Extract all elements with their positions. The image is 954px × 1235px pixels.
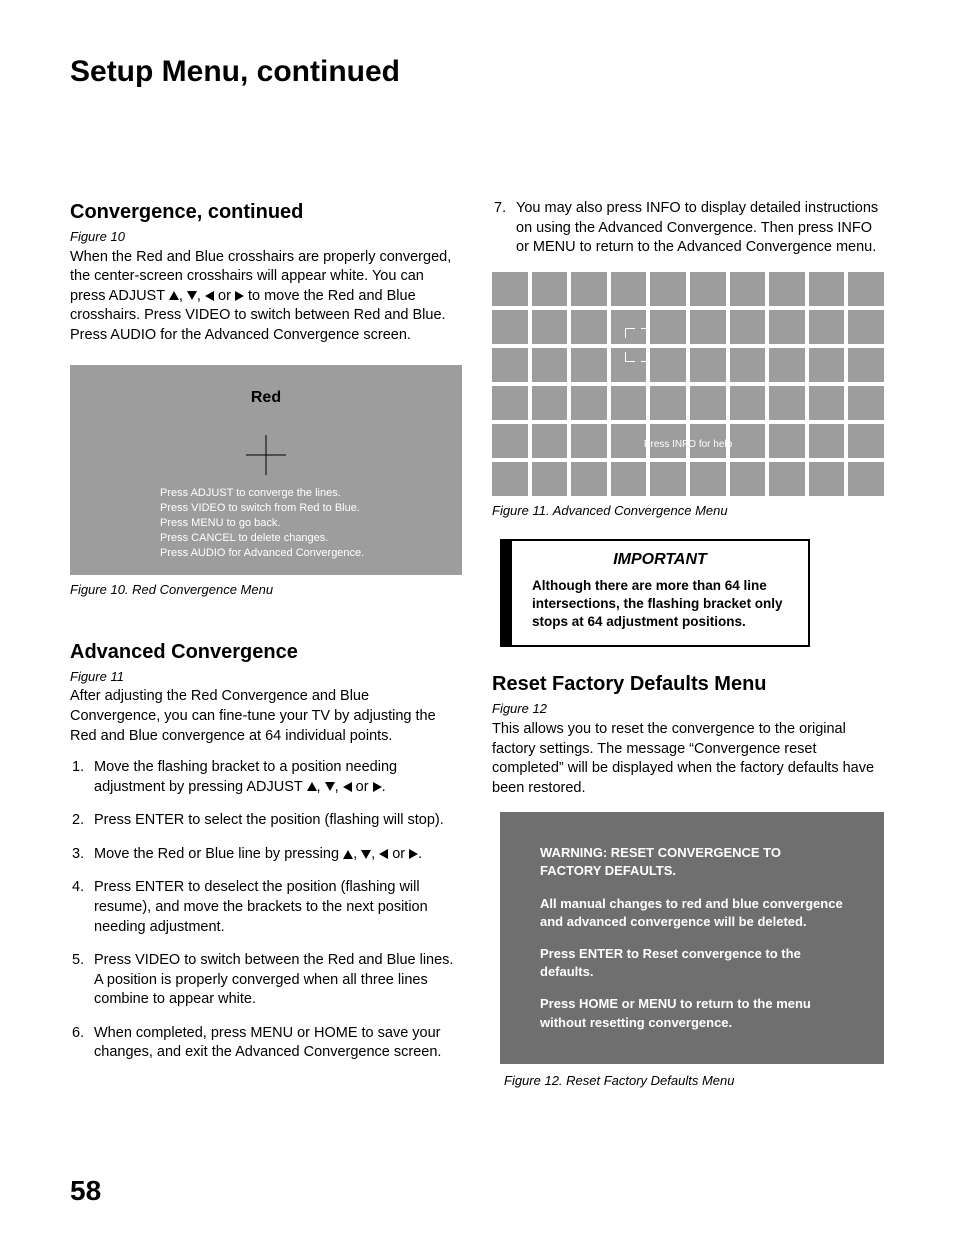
right-column: You may also press INFO to display detai… [492, 199, 884, 1109]
step-7: You may also press INFO to display detai… [492, 199, 884, 258]
figure-12-caption: Figure 12. Reset Factory Defaults Menu [504, 1072, 884, 1090]
heading-convergence: Convergence, continued [70, 199, 462, 226]
reset-body: This allows you to reset the convergence… [492, 720, 884, 798]
step-4: Press ENTER to deselect the position (fl… [70, 878, 462, 937]
step-1-pre: Move the flashing bracket to a position … [94, 759, 397, 795]
step-3-post: . [418, 846, 422, 862]
arrow-down-icon [187, 291, 197, 300]
page-number: 58 [70, 1175, 101, 1207]
flashing-bracket-icon [625, 328, 635, 338]
arrow-up-icon [307, 782, 317, 791]
step-1-post: . [382, 779, 386, 795]
figref-10: Figure 10 [70, 228, 462, 246]
step-2: Press ENTER to select the position (flas… [70, 811, 462, 831]
arrow-left-icon [379, 849, 388, 859]
arrow-left-icon [343, 782, 352, 792]
figure-10-box: Red Press ADJUST to converge the lines. … [70, 365, 462, 575]
arrow-left-icon [205, 291, 214, 301]
figure-11-caption: Figure 11. Advanced Convergence Menu [492, 502, 884, 520]
fig12-p2: All manual changes to red and blue conve… [540, 895, 844, 931]
arrow-down-icon [325, 782, 335, 791]
step-3: Move the Red or Blue line by pressing , … [70, 845, 462, 865]
page-title: Setup Menu, continued [70, 55, 884, 89]
flashing-bracket-icon [641, 352, 651, 362]
flashing-bracket-icon [625, 352, 635, 362]
step-6: When completed, press MENU or HOME to sa… [70, 1024, 462, 1063]
fig10-line: Press CANCEL to delete changes. [160, 531, 442, 546]
fig10-line: Press VIDEO to switch from Red to Blue. [160, 501, 442, 516]
convergence-grid [492, 272, 884, 496]
convergence-body: When the Red and Blue crosshairs are pro… [70, 248, 462, 346]
arrow-right-icon [235, 291, 244, 301]
crosshair-icon [246, 435, 286, 475]
fig10-instructions: Press ADJUST to converge the lines. Pres… [160, 486, 442, 560]
figure-12-box: WARNING: RESET CONVERGENCE TO FACTORY DE… [500, 812, 884, 1064]
figure-11-box: Press INFO for help [492, 272, 884, 496]
fig12-warning: WARNING: RESET CONVERGENCE TO FACTORY DE… [540, 844, 844, 880]
heading-advanced: Advanced Convergence [70, 639, 462, 666]
important-header: IMPORTANT [532, 549, 788, 571]
fig10-line: Press MENU to go back. [160, 516, 442, 531]
advanced-steps: Move the flashing bracket to a position … [70, 758, 462, 1063]
important-body: Although there are more than 64 line int… [532, 577, 788, 632]
step-3-pre: Move the Red or Blue line by pressing [94, 846, 343, 862]
fig10-line: Press ADJUST to converge the lines. [160, 486, 442, 501]
figure-10-caption: Figure 10. Red Convergence Menu [70, 581, 462, 599]
arrow-right-icon [373, 782, 382, 792]
fig12-p4: Press HOME or MENU to return to the menu… [540, 995, 844, 1031]
advanced-steps-cont: You may also press INFO to display detai… [492, 199, 884, 258]
arrow-down-icon [361, 850, 371, 859]
arrow-up-icon [343, 850, 353, 859]
step-1: Move the flashing bracket to a position … [70, 758, 462, 797]
arrow-up-icon [169, 291, 179, 300]
figref-12: Figure 12 [492, 700, 884, 718]
figref-11: Figure 11 [70, 668, 462, 686]
advanced-intro: After adjusting the Red Convergence and … [70, 687, 462, 746]
fig10-line: Press AUDIO for Advanced Convergence. [160, 546, 442, 561]
content-columns: Convergence, continued Figure 10 When th… [70, 199, 884, 1109]
flashing-bracket-icon [641, 328, 651, 338]
fig10-red-label: Red [70, 387, 462, 409]
step-5: Press VIDEO to switch between the Red an… [70, 951, 462, 1010]
fig12-p3: Press ENTER to Reset convergence to the … [540, 945, 844, 981]
left-column: Convergence, continued Figure 10 When th… [70, 199, 462, 1109]
heading-reset: Reset Factory Defaults Menu [492, 671, 884, 698]
important-callout: IMPORTANT Although there are more than 6… [500, 539, 810, 647]
arrow-right-icon [409, 849, 418, 859]
